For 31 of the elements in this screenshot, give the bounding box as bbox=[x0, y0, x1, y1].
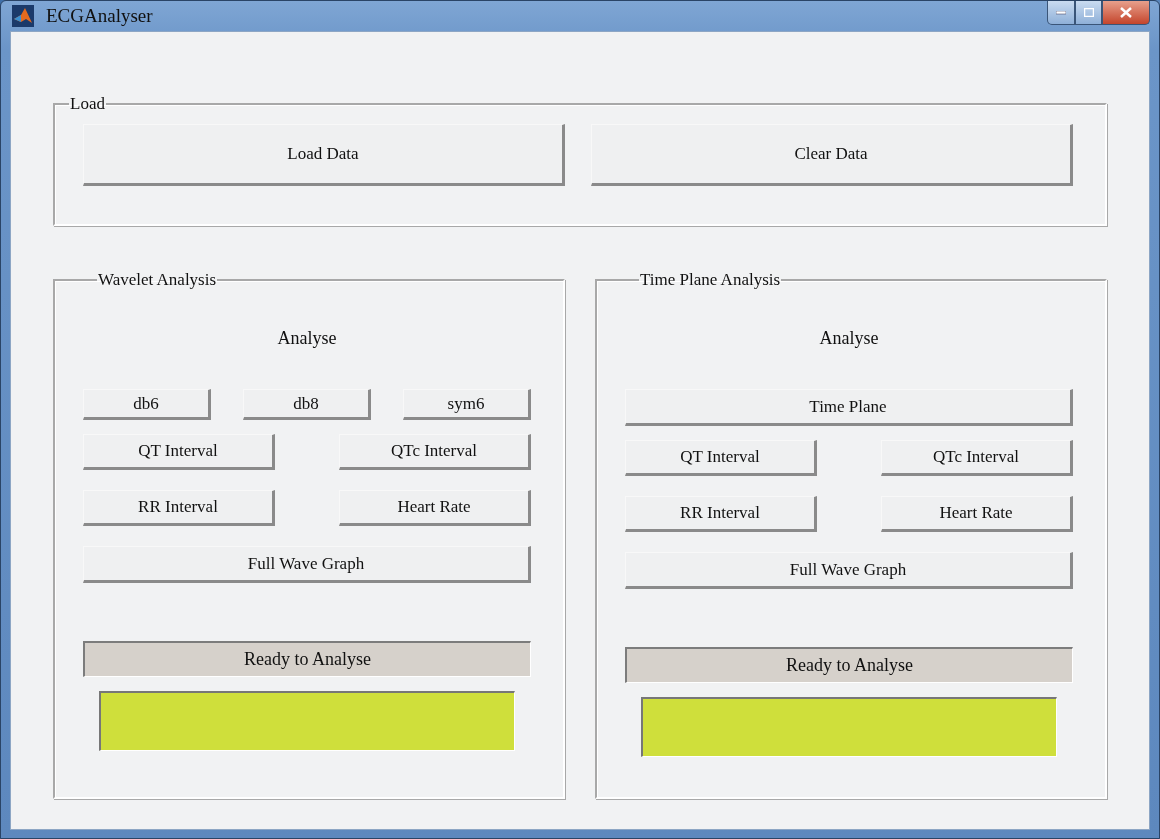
analysis-button[interactable]: sym6 bbox=[403, 389, 531, 420]
close-button[interactable] bbox=[1102, 1, 1150, 25]
analysis-button[interactable]: Time Plane bbox=[625, 389, 1073, 426]
close-icon bbox=[1120, 7, 1132, 18]
group-title: Time Plane Analysis bbox=[639, 270, 782, 290]
status-label: Ready to Analyse bbox=[83, 641, 531, 677]
maximize-icon bbox=[1083, 8, 1094, 17]
analysis-button[interactable]: QT Interval bbox=[625, 440, 817, 476]
group-title: Wavelet Analysis bbox=[97, 270, 218, 290]
analysis-button[interactable]: Heart Rate bbox=[881, 496, 1073, 532]
analysis-button[interactable]: Full Wave Graph bbox=[625, 552, 1073, 589]
section-heading: Analyse bbox=[818, 328, 880, 349]
data-button[interactable]: Clear Data bbox=[591, 124, 1073, 186]
app-logo-icon bbox=[12, 5, 34, 27]
status-label: Ready to Analyse bbox=[625, 647, 1073, 683]
analysis-button[interactable]: db8 bbox=[243, 389, 371, 420]
analysis-button[interactable]: RR Interval bbox=[625, 496, 817, 532]
analysis-button[interactable]: QTc Interval bbox=[339, 434, 531, 470]
window-title: ECGAnalyser bbox=[46, 5, 154, 27]
analysis-button[interactable]: db6 bbox=[83, 389, 211, 420]
minimize-icon bbox=[1056, 10, 1066, 15]
maximize-button[interactable] bbox=[1075, 1, 1102, 25]
data-button[interactable]: Load Data bbox=[83, 124, 565, 186]
analysis-button[interactable]: Heart Rate bbox=[339, 490, 531, 526]
analysis-button[interactable]: QT Interval bbox=[83, 434, 275, 470]
analysis-button[interactable]: Full Wave Graph bbox=[83, 546, 531, 583]
section-heading: Analyse bbox=[276, 328, 338, 349]
analysis-button[interactable]: RR Interval bbox=[83, 490, 275, 526]
analysis-button[interactable]: QTc Interval bbox=[881, 440, 1073, 476]
minimize-button[interactable] bbox=[1047, 1, 1075, 25]
group-title: Load bbox=[69, 94, 106, 114]
